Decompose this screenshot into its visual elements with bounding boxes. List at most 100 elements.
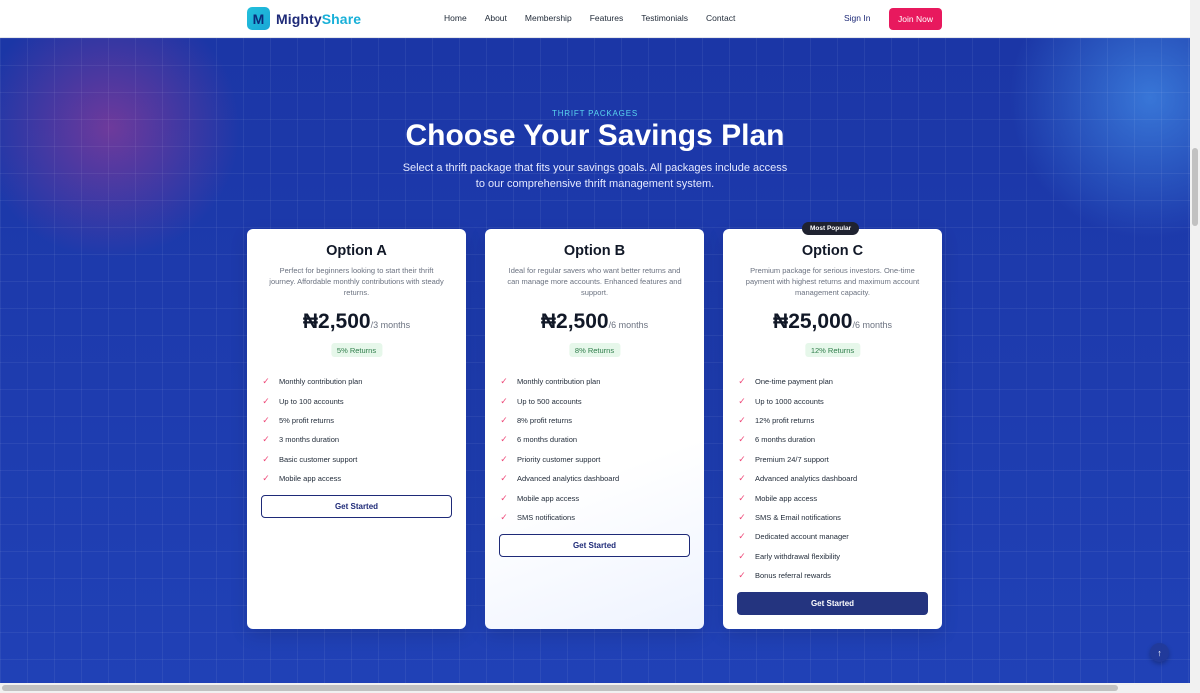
feature-label: Up to 100 accounts (279, 396, 344, 406)
price-amount: ₦2,500 (540, 310, 609, 333)
price-period: /6 months (608, 320, 649, 330)
feature-item: ✓ SMS notifications (499, 508, 690, 527)
nav-testimonials[interactable]: Testimonials (641, 13, 688, 23)
feature-item: ✓ 6 months duration (499, 430, 690, 449)
brand-logo[interactable]: M MightyShare (247, 7, 361, 30)
feature-label: Mobile app access (755, 493, 818, 503)
check-icon: ✓ (738, 473, 746, 484)
plan-description: Ideal for regular savers who want better… (507, 266, 682, 297)
check-icon: ✓ (738, 492, 746, 503)
horizontal-scrollbar[interactable] (0, 683, 1200, 693)
brand-name: MightyShare (276, 11, 361, 27)
feature-label: SMS notifications (517, 512, 575, 522)
plan-card-option-c: Most Popular Option C Premium package fo… (723, 222, 942, 629)
check-icon: ✓ (738, 531, 746, 542)
feature-label: 5% profit returns (279, 415, 335, 425)
check-icon: ✓ (738, 376, 746, 387)
check-icon: ✓ (738, 434, 746, 445)
feature-item: ✓ Bonus referral rewards (737, 566, 928, 585)
returns-badge: 12% Returns (804, 343, 861, 357)
feature-list: ✓ Monthly contribution plan ✓ Up to 100 ac… (261, 372, 452, 488)
returns-badge: 5% Returns (330, 343, 383, 357)
plan-card-option-a: Option A Perfect for beginners looking t… (247, 229, 466, 629)
site-header: M MightyShare Home About Membership Feat… (0, 0, 1190, 38)
nav-home[interactable]: Home (444, 13, 467, 23)
feature-item: ✓ Mobile app access (261, 469, 452, 488)
nav-features[interactable]: Features (590, 13, 624, 23)
sign-in-link[interactable]: Sign In (844, 13, 870, 23)
feature-label: Early withdrawal flexibility (755, 551, 841, 561)
feature-label: Up to 1000 accounts (755, 396, 824, 406)
price-period: /6 months (852, 320, 892, 330)
feature-item: ✓ 12% profit returns (737, 411, 928, 430)
join-now-button[interactable]: Join Now (889, 8, 942, 30)
check-icon: ✓ (500, 395, 508, 406)
feature-label: One-time payment plan (755, 377, 833, 387)
plan-name: Option B (563, 243, 626, 259)
check-icon: ✓ (262, 414, 270, 425)
logo-mark: M (247, 7, 270, 30)
check-icon: ✓ (500, 414, 508, 425)
feature-item: ✓ 6 months duration (737, 430, 928, 449)
brand-name-part1: Mighty (276, 10, 322, 27)
feature-item: ✓ Monthly contribution plan (499, 372, 690, 391)
price-amount: ₦25,000 (773, 310, 853, 333)
feature-item: ✓ 3 months duration (261, 430, 452, 449)
feature-item: ✓ 5% profit returns (261, 411, 452, 430)
feature-label: 3 months duration (279, 435, 340, 445)
feature-item: ✓ Mobile app access (499, 488, 690, 507)
plan-price: ₦2,500/6 months (485, 310, 704, 334)
check-icon: ✓ (500, 434, 508, 445)
check-icon: ✓ (500, 473, 508, 484)
feature-label: Dedicated account manager (755, 532, 849, 542)
check-icon: ✓ (738, 395, 746, 406)
feature-label: SMS & Email notifications (755, 512, 841, 522)
feature-label: Advanced analytics dashboard (517, 474, 620, 484)
horizontal-scrollbar-thumb[interactable] (2, 685, 1118, 691)
nav-membership[interactable]: Membership (525, 13, 572, 23)
feature-label: 12% profit returns (755, 415, 815, 425)
price-period: /3 months (370, 320, 411, 330)
feature-label: 8% profit returns (517, 415, 573, 425)
plan-price: ₦25,000/6 months (723, 310, 942, 334)
feature-item: ✓ Dedicated account manager (737, 527, 928, 546)
feature-list: ✓ One-time payment plan ✓ Up to 1000 accou… (737, 372, 928, 585)
most-popular-badge: Most Popular (802, 222, 860, 235)
feature-item: ✓ Mobile app access (737, 488, 928, 507)
feature-label: 6 months duration (755, 435, 816, 445)
check-icon: ✓ (738, 414, 746, 425)
plan-card-option-b: Option B Ideal for regular savers who wa… (485, 229, 704, 629)
brand-name-part2: Share (321, 10, 362, 27)
check-icon: ✓ (738, 453, 746, 464)
plan-name: Option A (326, 243, 387, 259)
feature-item: ✓ SMS & Email notifications (737, 508, 928, 527)
arrow-up-icon[interactable]: ↑ (1150, 643, 1169, 662)
section-eyebrow: THRIFT PACKAGES (552, 109, 638, 118)
feature-label: Basic customer support (279, 454, 358, 464)
feature-item: ✓ Up to 1000 accounts (737, 391, 928, 410)
feature-label: Monthly contribution plan (517, 377, 601, 387)
get-started-button-option-c[interactable]: Get Started (737, 592, 928, 615)
feature-item: ✓ Advanced analytics dashboard (737, 469, 928, 488)
feature-item: ✓ 8% profit returns (499, 411, 690, 430)
feature-label: Mobile app access (517, 493, 580, 503)
feature-label: Priority customer support (517, 454, 601, 464)
feature-label: Bonus referral rewards (755, 571, 831, 581)
feature-item: ✓ Up to 100 accounts (261, 391, 452, 410)
check-icon: ✓ (262, 434, 270, 445)
plan-price: ₦2,500/3 months (247, 310, 466, 334)
get-started-button-option-b[interactable]: Get Started (499, 534, 690, 557)
feature-label: Monthly contribution plan (279, 377, 363, 387)
nav-about[interactable]: About (485, 13, 507, 23)
price-amount: ₦2,500 (302, 310, 371, 333)
check-icon: ✓ (738, 550, 746, 561)
vertical-scrollbar[interactable] (1190, 0, 1200, 683)
feature-item: ✓ Monthly contribution plan (261, 372, 452, 391)
feature-item: ✓ Early withdrawal flexibility (737, 547, 928, 566)
nav-contact[interactable]: Contact (706, 13, 735, 23)
check-icon: ✓ (262, 473, 270, 484)
get-started-button-option-a[interactable]: Get Started (261, 495, 452, 518)
feature-item: ✓ Up to 500 accounts (499, 391, 690, 410)
section-title: Choose Your Savings Plan (405, 119, 785, 152)
vertical-scrollbar-thumb[interactable] (1192, 148, 1198, 226)
